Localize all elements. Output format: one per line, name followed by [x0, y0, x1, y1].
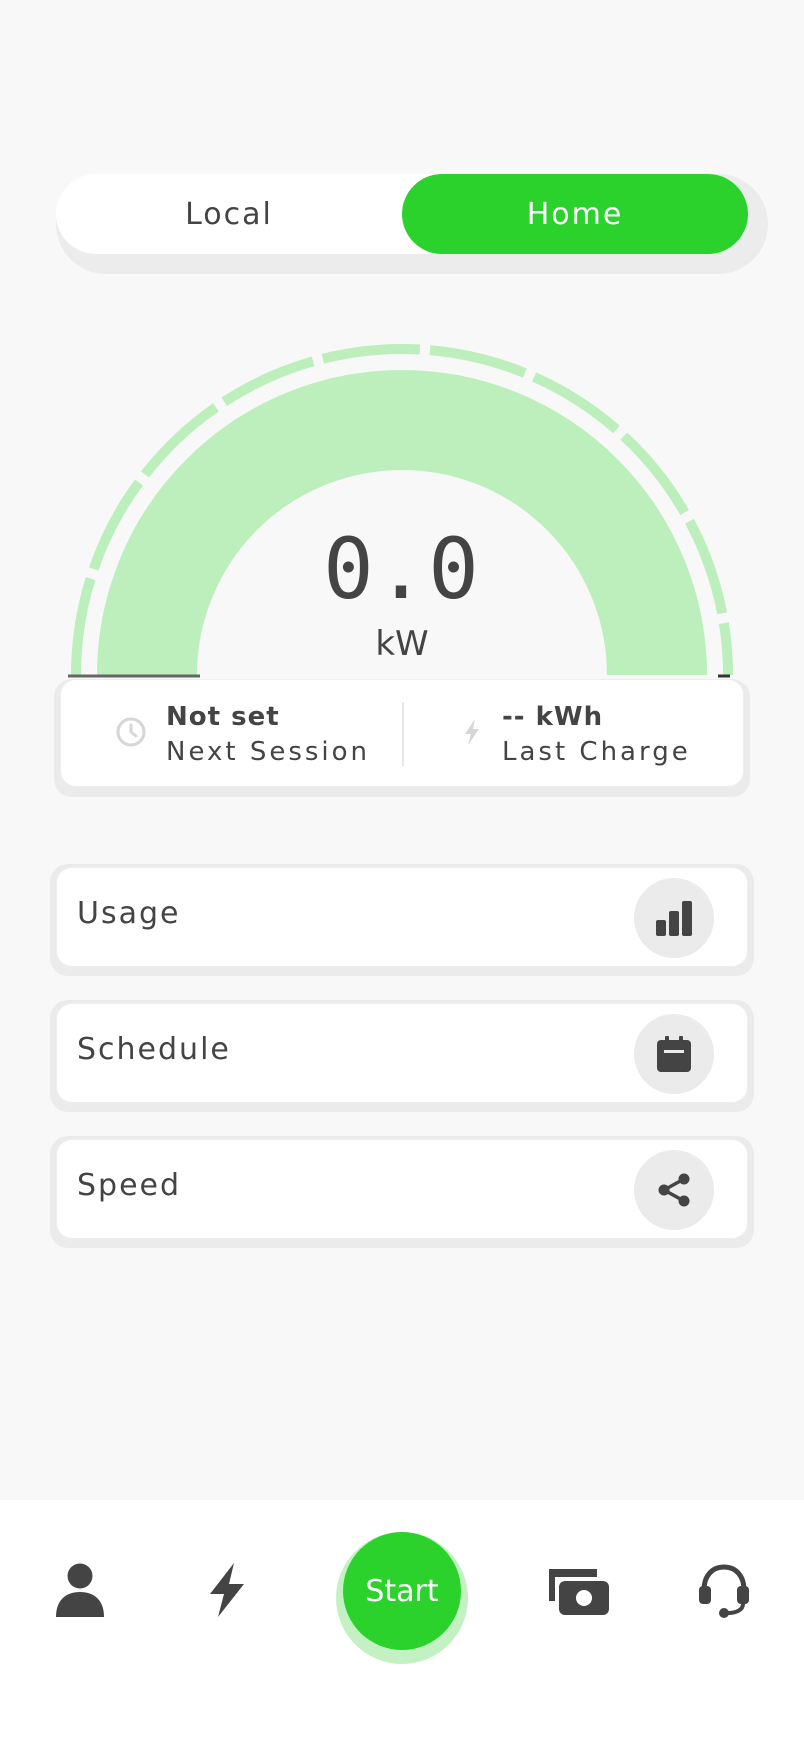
share-icon	[658, 1173, 690, 1207]
wallet-icon[interactable]	[544, 1562, 612, 1618]
start-button[interactable]: Start	[343, 1532, 461, 1650]
schedule-label: Schedule	[77, 1032, 231, 1067]
home-tab[interactable]: Home	[402, 174, 748, 254]
headset-icon[interactable]	[697, 1562, 751, 1618]
speed-card[interactable]: Speed	[56, 1139, 748, 1239]
usage-button[interactable]	[634, 878, 714, 958]
gauge-unit: kW	[375, 624, 429, 664]
next-session-value: Not set	[166, 702, 280, 732]
bolt-icon	[465, 719, 479, 745]
usage-label: Usage	[77, 896, 181, 931]
session-info-card: Not set Next Session -- kWh Last Charge	[60, 679, 744, 787]
last-charge-value: -- kWh	[502, 702, 604, 732]
next-session-label: Next Session	[166, 737, 371, 767]
mode-toggle[interactable]: Local Home	[56, 174, 748, 254]
profile-icon[interactable]	[52, 1562, 108, 1618]
speed-label: Speed	[77, 1168, 182, 1203]
usage-card[interactable]: Usage	[56, 867, 748, 967]
local-tab[interactable]: Local	[56, 174, 402, 254]
schedule-button[interactable]	[634, 1014, 714, 1094]
last-charge-label: Last Charge	[502, 737, 691, 767]
info-divider	[402, 702, 404, 766]
clock-icon	[116, 717, 146, 747]
schedule-card[interactable]: Schedule	[56, 1003, 748, 1103]
gauge-value: 0.0	[323, 520, 481, 618]
bar-chart-icon	[656, 901, 692, 936]
charge-nav-icon[interactable]	[202, 1562, 250, 1618]
speed-button[interactable]	[634, 1150, 714, 1230]
calendar-icon	[657, 1036, 691, 1072]
